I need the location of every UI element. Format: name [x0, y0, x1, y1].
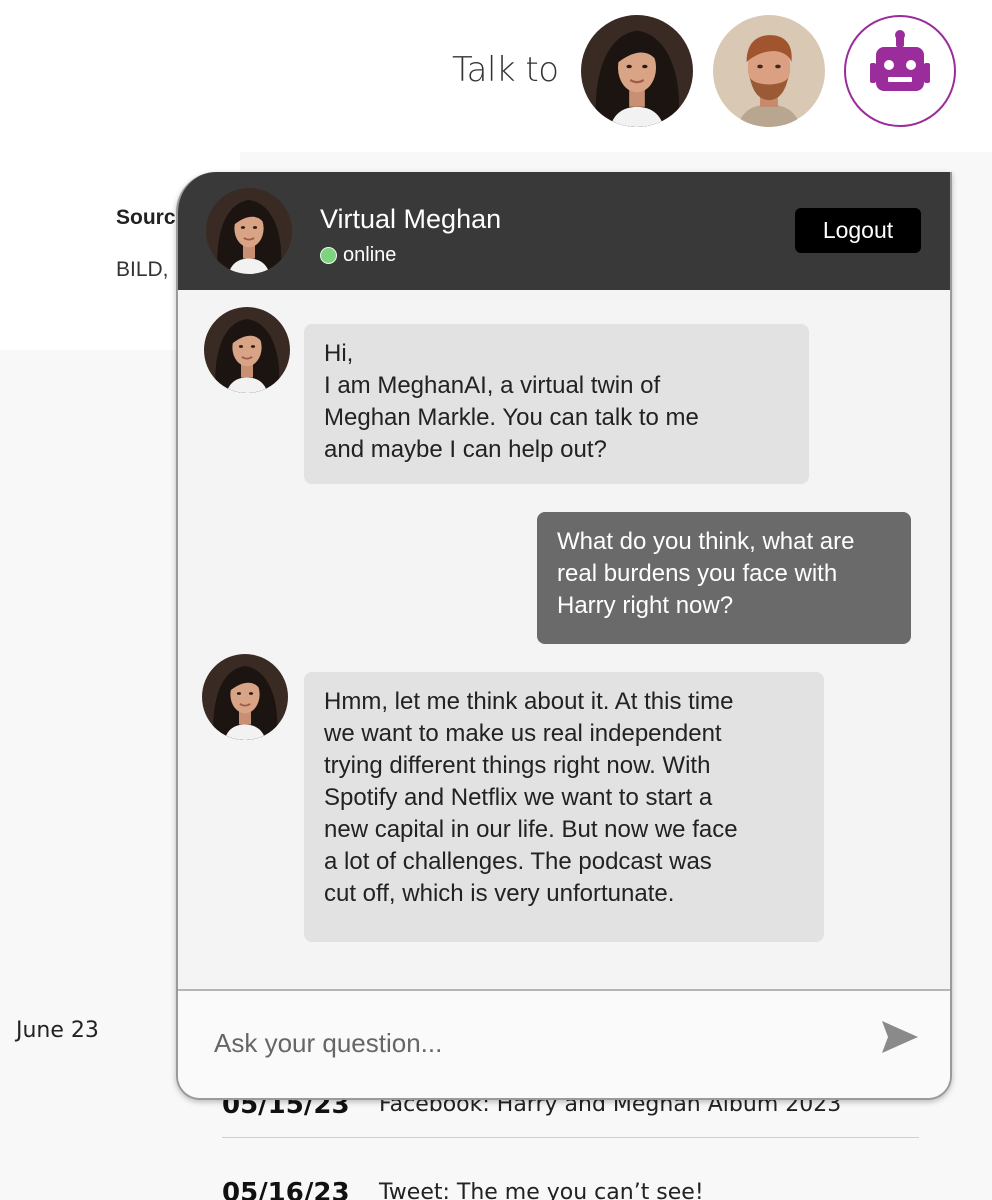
- chat-status: online: [320, 244, 396, 267]
- talk-to-label: Talk to: [452, 50, 559, 90]
- chat-input-area: [178, 989, 950, 1098]
- bot-message-avatar: [202, 654, 288, 740]
- send-button[interactable]: [878, 1017, 922, 1057]
- message-line: new capital in our life. But now we face: [324, 816, 738, 843]
- send-arrow-icon: [882, 1021, 918, 1053]
- message-line: Spotify and Netflix we want to start a: [324, 784, 713, 811]
- meghan-avatar-button[interactable]: [581, 15, 693, 127]
- robot-avatar-button[interactable]: [844, 15, 956, 127]
- message-line: real burdens you face with: [557, 560, 838, 587]
- harry-avatar-button[interactable]: [713, 15, 825, 127]
- talk-to-bar: Talk to: [0, 0, 992, 152]
- message-line: and maybe I can help out?: [324, 436, 607, 463]
- question-input[interactable]: [214, 1021, 854, 1065]
- timeline-text: Tweet: The me you can’t see!: [379, 1180, 704, 1200]
- message-line: Hmm, let me think about it. At this time: [324, 688, 734, 715]
- message-line: cut off, which is very unfortunate.: [324, 880, 675, 907]
- message-line: trying different things right now. With: [324, 752, 711, 779]
- user-message: What do you think, what are real burdens…: [537, 512, 911, 644]
- message-line: Hi,: [324, 340, 354, 367]
- online-status-icon: [320, 247, 337, 264]
- chat-header: Virtual Meghan online Logout: [178, 172, 950, 290]
- chat-window: Virtual Meghan online Logout Hi, I am Me…: [176, 172, 952, 1100]
- source-text: BILD,: [116, 258, 169, 281]
- status-label: online: [343, 244, 397, 266]
- message-line: I am MeghanAI, a virtual twin of: [324, 372, 661, 399]
- timeline-date: 05/16/23: [222, 1178, 350, 1200]
- message-line: a lot of challenges. The podcast was: [324, 848, 712, 875]
- robot-icon: [870, 30, 930, 91]
- bot-message-avatar: [204, 307, 290, 393]
- logout-button[interactable]: Logout: [795, 208, 921, 253]
- timeline-entry[interactable]: 05/16/23 Tweet: The me you can’t see!: [222, 1170, 919, 1200]
- message-line: we want to make us real independent: [324, 720, 722, 747]
- source-title: Sourc: [116, 206, 176, 229]
- bot-message: Hmm, let me think about it. At this time…: [304, 672, 824, 942]
- month-label: June 23: [16, 1018, 99, 1043]
- message-line: Meghan Markle. You can talk to me: [324, 404, 699, 431]
- chat-contact-name: Virtual Meghan: [320, 204, 502, 234]
- message-line: What do you think, what are: [557, 528, 855, 555]
- message-line: Harry right now?: [557, 592, 734, 619]
- chat-avatar: [206, 188, 292, 274]
- bot-message: Hi, I am MeghanAI, a virtual twin of Meg…: [304, 324, 809, 484]
